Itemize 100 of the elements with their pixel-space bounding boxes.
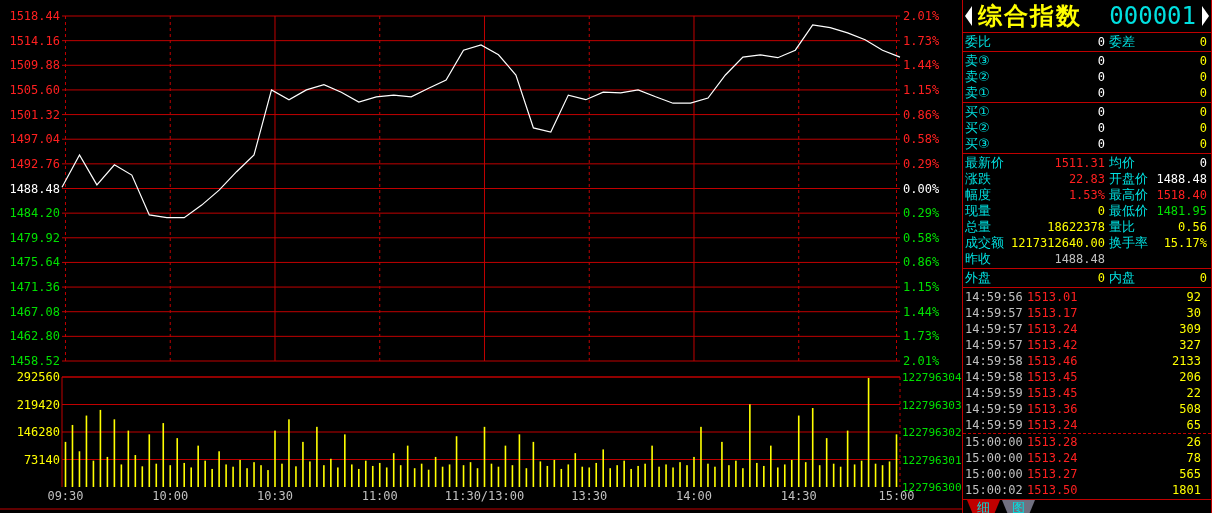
index-code: 000001	[1109, 2, 1196, 30]
field-label: 买②	[965, 119, 991, 137]
volume-bar	[71, 424, 74, 487]
field-label: 买③	[965, 135, 991, 153]
volume-bar	[78, 451, 81, 487]
trade-price: 1513.45	[1027, 370, 1079, 384]
field-value: 1.53%	[1067, 188, 1106, 202]
volume-bar	[560, 468, 563, 487]
trade-time: 15:00:02	[965, 483, 1024, 497]
trade-time: 15:00:00	[965, 467, 1024, 481]
axis-label: 0.29%	[903, 156, 940, 171]
volume-bar	[134, 455, 137, 487]
field-value: 0	[1096, 86, 1106, 100]
volume-bar	[434, 456, 437, 487]
volume-bar	[804, 462, 807, 487]
volume-bar	[113, 419, 116, 487]
volume-bar	[120, 464, 123, 487]
axis-label: 292560	[16, 370, 60, 384]
volume-bar	[92, 460, 95, 487]
volume-bar	[176, 438, 179, 487]
volume-bar	[888, 461, 891, 487]
volume-bar	[511, 465, 514, 487]
volume-bar	[525, 468, 528, 487]
trade-volume: 30	[1185, 306, 1202, 320]
axis-label: 1514.16	[9, 33, 60, 48]
volume-bar	[469, 462, 472, 487]
trade-volume: 22	[1185, 386, 1202, 400]
axis-label: 2.01%	[903, 354, 940, 368]
axis-label: 1505.60	[9, 82, 60, 97]
panel-tab[interactable]: 图	[1002, 500, 1035, 513]
volume-bar	[392, 453, 395, 487]
field-label: 卖①	[965, 84, 991, 102]
field-label: 卖③	[965, 52, 991, 70]
axis-label: 11:30/13:00	[444, 489, 525, 503]
trade-volume: 309	[1178, 322, 1202, 336]
field-label: 最低价	[1109, 202, 1149, 220]
axis-label: 1467.08	[9, 304, 60, 319]
trade-time: 14:59:59	[965, 386, 1024, 400]
volume-bar	[825, 438, 828, 487]
volume-bar	[162, 423, 165, 487]
field-label: 内盘	[1109, 269, 1136, 287]
axis-label: 0.00%	[903, 181, 940, 196]
trade-volume: 78	[1185, 451, 1202, 465]
field-value: 0	[1096, 70, 1106, 84]
volume-bar	[497, 466, 500, 487]
trade-time: 15:00:00	[965, 451, 1024, 465]
trade-time: 14:59:59	[965, 418, 1024, 432]
axis-label: 0.86%	[903, 255, 940, 270]
volume-bar	[874, 463, 877, 487]
volume-bar	[839, 466, 842, 487]
volume-bar	[106, 456, 109, 487]
trade-volume: 565	[1178, 467, 1202, 481]
trade-volume: 1801	[1171, 483, 1202, 497]
field-value: 15.17%	[1162, 236, 1208, 250]
trade-price: 1513.28	[1027, 435, 1079, 449]
field-label: 涨跌	[965, 170, 992, 188]
trade-price: 1513.46	[1027, 354, 1079, 368]
field-label: 委差	[1109, 33, 1136, 51]
volume-bar	[546, 465, 549, 487]
axis-label: 1484.20	[9, 206, 60, 221]
field-value: 0	[1096, 121, 1106, 135]
volume-bar	[881, 465, 884, 487]
field-value: 0	[1096, 105, 1106, 119]
volume-bar	[574, 453, 577, 487]
volume-bar	[399, 465, 402, 487]
right-arrow-icon[interactable]	[1202, 6, 1209, 26]
volume-bar	[420, 463, 423, 487]
volume-bar	[818, 465, 821, 487]
field-value: 1488.48	[1155, 172, 1208, 186]
trade-volume: 2133	[1171, 354, 1202, 368]
field-label: 最高价	[1109, 186, 1149, 204]
trade-price: 1513.24	[1027, 418, 1079, 432]
volume-bar	[553, 459, 556, 487]
field-label: 现量	[965, 202, 992, 220]
axis-label: 1488.48	[9, 181, 60, 196]
field-value: 1518.40	[1155, 188, 1208, 202]
trade-time: 14:59:57	[965, 306, 1024, 320]
volume-bar	[141, 466, 144, 487]
axis-label: 0.86%	[903, 107, 940, 122]
volume-bar	[588, 467, 591, 487]
axis-label: 146280	[16, 425, 60, 439]
axis-label: 1.44%	[903, 304, 940, 319]
panel-tab[interactable]: 细	[967, 500, 1000, 513]
volume-bar	[371, 465, 374, 487]
axis-label: 13:30	[571, 489, 608, 503]
axis-label: 1479.92	[9, 230, 60, 245]
trade-time: 14:59:56	[965, 290, 1024, 304]
trade-price: 1513.24	[1027, 451, 1079, 465]
left-arrow-icon[interactable]	[965, 6, 972, 26]
axis-label: 1.73%	[903, 33, 940, 48]
volume-bar	[490, 463, 493, 487]
axis-label: 11:00	[361, 489, 398, 503]
volume-bar	[385, 467, 388, 487]
axis-label: 1501.32	[9, 107, 60, 122]
field-label: 委比	[965, 33, 992, 51]
field-value: 1511.31	[1053, 156, 1106, 170]
volume-bar	[595, 462, 598, 487]
field-value: 0	[1198, 271, 1208, 285]
field-value: 0.56	[1177, 220, 1208, 234]
field-label: 总量	[965, 218, 992, 236]
